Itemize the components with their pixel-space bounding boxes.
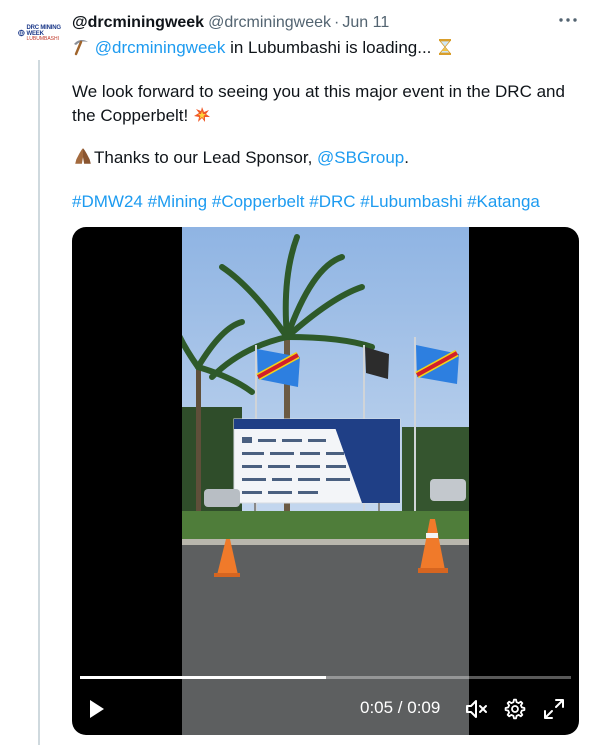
collision-icon [193, 107, 210, 122]
progress-bar[interactable] [80, 676, 571, 679]
line3-prefix: Thanks to our Lead Sponsor, [94, 148, 318, 167]
hashtag[interactable]: #Mining [148, 192, 208, 211]
tweet-line-2: We look forward to seeing you at this ma… [72, 80, 592, 128]
tweet-line-1: @drcminingweek in Lubumbashi is loading.… [72, 36, 592, 60]
hashtag-row: #DMW24 #Mining #Copperbelt #DRC #Lubumba… [72, 190, 592, 214]
hashtag[interactable]: #DRC [309, 192, 355, 211]
display-name[interactable]: @drcminingweek [72, 14, 204, 32]
play-icon[interactable] [84, 697, 108, 721]
mute-icon[interactable] [463, 697, 489, 721]
line1-text: in Lubumbashi is loading... [225, 38, 432, 57]
progress-fill [80, 676, 326, 679]
line2-text: We look forward to seeing you at this ma… [72, 82, 565, 125]
hashtag[interactable]: #DMW24 [72, 192, 143, 211]
handle[interactable]: @drcminingweek [208, 14, 331, 32]
hashtag[interactable]: #Katanga [467, 192, 540, 211]
more-options-icon[interactable] [558, 10, 578, 30]
mention-drcminingweek[interactable]: @drcminingweek [95, 38, 226, 57]
avatar-logo-sub: LUBUMBASHI [26, 35, 60, 42]
pickaxe-icon [74, 39, 88, 56]
hourglass-icon [439, 39, 452, 55]
folded-hands-icon [75, 148, 91, 164]
video-frame [182, 227, 469, 735]
avatar[interactable]: DRC MINING WEEK LUBUMBASHI [17, 18, 62, 48]
hashtag[interactable]: #Copperbelt [212, 192, 305, 211]
globe-icon [17, 29, 25, 37]
video-player[interactable]: 0:05 / 0:09 [72, 227, 579, 735]
hashtag[interactable]: #Lubumbashi [360, 192, 462, 211]
line3-suffix: . [404, 148, 409, 167]
settings-icon[interactable] [503, 697, 527, 721]
avatar-logo-text: DRC MINING WEEK [26, 24, 62, 37]
fullscreen-icon[interactable] [542, 697, 566, 721]
mention-sbgroup[interactable]: @SBGroup [317, 148, 404, 167]
separator: · [334, 14, 340, 31]
tweet-date[interactable]: Jun 11 [342, 14, 389, 32]
tweet-header: @drcminingweek @drcminingweek · Jun 11 [72, 12, 578, 34]
video-time: 0:05 / 0:09 [360, 698, 441, 717]
tweet-line-3: Thanks to our Lead Sponsor, @SBGroup. [72, 146, 592, 170]
thread-line [38, 60, 40, 745]
